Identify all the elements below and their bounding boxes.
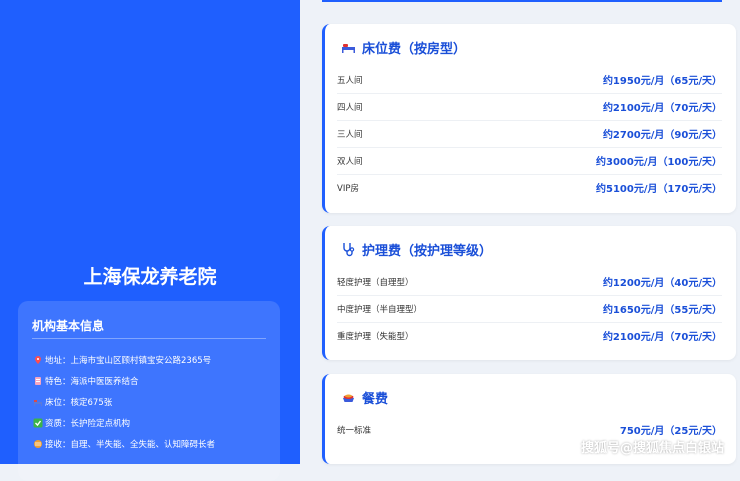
info-title: 机构基本信息 — [32, 319, 105, 333]
info-accept-text: 接收：自理、半失能、全失能、认知障碍长者 — [45, 440, 216, 450]
care-fee-price: 约1650元/月（55元/天） — [602, 305, 722, 316]
bed-fee-label: 四人间 — [337, 102, 363, 113]
care-fee-row: 重度护理（失能型） 约2100元/月（70元/天） — [337, 322, 722, 349]
org-name: 上海保龙养老院 — [83, 266, 217, 288]
bed-fee-card: 床位费（按房型） 五人间 约1950元/月（65元/天） 四人间 约2100元/… — [322, 24, 736, 213]
left-panel: 上海保龙养老院 机构基本信息 地址：上海市宝山区顾村镇宝安公路2365号 特色：… — [0, 0, 300, 481]
care-fee-price: 约1200元/月（40元/天） — [602, 278, 722, 289]
bed-fee-title: 床位费（按房型） — [341, 38, 466, 57]
info-feature-text: 特色：海派中医医养结合 — [45, 377, 139, 387]
bed-fee-label: 五人间 — [337, 75, 363, 86]
info-beds: 床位：核定675张 — [33, 396, 112, 408]
info-beds-text: 床位：核定675张 — [45, 398, 113, 408]
top-divider — [322, 0, 722, 2]
info-card: 机构基本信息 地址：上海市宝山区顾村镇宝安公路2365号 特色：海派中医医养结合… — [18, 301, 280, 481]
care-fee-label: 重度护理（失能型） — [337, 331, 414, 342]
bed-fee-price: 约1950元/月（65元/天） — [602, 76, 722, 87]
bed-fee-label: 三人间 — [337, 129, 363, 140]
bed-fee-price: 约2100元/月（70元/天） — [602, 103, 722, 114]
meal-fee-title: 餐费 — [341, 388, 388, 407]
bed-icon — [33, 397, 43, 407]
bed-fee-row: VIP房 约5100元/月（170元/天） — [337, 174, 722, 201]
care-fee-title-text: 护理费（按护理等级） — [362, 244, 493, 259]
bed-fee-title-text: 床位费（按房型） — [362, 42, 467, 57]
care-fee-price: 约2100元/月（70元/天） — [602, 332, 722, 343]
check-icon — [33, 418, 43, 428]
care-fee-title: 护理费（按护理等级） — [341, 240, 492, 259]
bed-fee-price: 约3000元/月（100元/天） — [595, 157, 722, 168]
watermark: 搜狐号@搜狐焦点白银站 — [580, 441, 724, 456]
bed-fee-row: 双人间 约3000元/月（100元/天） — [337, 147, 722, 175]
meal-fee-price: 750元/月（25元/天） — [619, 426, 722, 437]
ball-icon — [33, 439, 43, 449]
info-feature: 特色：海派中医医养结合 — [33, 375, 139, 387]
care-fee-row: 中度护理（半自理型） 约1650元/月（55元/天） — [337, 295, 722, 323]
meal-fee-label: 统一标准 — [337, 425, 372, 436]
right-panel: 床位费（按房型） 五人间 约1950元/月（65元/天） 四人间 约2100元/… — [300, 0, 740, 464]
care-fee-row: 轻度护理（自理型） 约1200元/月（40元/天） — [337, 268, 722, 296]
info-address: 地址：上海市宝山区顾村镇宝安公路2365号 — [33, 354, 211, 366]
bed-fee-row: 三人间 约2700元/月（90元/天） — [337, 120, 722, 148]
meal-icon — [341, 390, 356, 405]
care-fee-label: 中度护理（半自理型） — [337, 304, 423, 315]
info-qualification-text: 资质：长护险定点机构 — [45, 419, 131, 429]
bed-fee-price: 约5100元/月（170元/天） — [595, 184, 722, 195]
bed-fee-label: 双人间 — [337, 156, 363, 167]
care-fee-label: 轻度护理（自理型） — [337, 277, 414, 288]
meal-fee-title-text: 餐费 — [362, 392, 389, 407]
bed-fee-price: 约2700元/月（90元/天） — [602, 130, 722, 141]
info-divider — [32, 338, 266, 339]
bed-fee-row: 四人间 约2100元/月（70元/天） — [337, 93, 722, 121]
herb-icon — [33, 376, 43, 386]
pin-icon — [33, 355, 43, 365]
info-address-text: 地址：上海市宝山区顾村镇宝安公路2365号 — [45, 356, 212, 366]
bed-icon — [341, 40, 356, 55]
stethoscope-icon — [341, 242, 356, 257]
info-accept: 接收：自理、半失能、全失能、认知障碍长者 — [33, 438, 215, 450]
care-fee-card: 护理费（按护理等级） 轻度护理（自理型） 约1200元/月（40元/天） 中度护… — [322, 226, 736, 360]
info-qualification: 资质：长护险定点机构 — [33, 417, 130, 429]
bed-fee-label: VIP房 — [337, 183, 359, 194]
bed-fee-row: 五人间 约1950元/月（65元/天） — [337, 66, 722, 94]
